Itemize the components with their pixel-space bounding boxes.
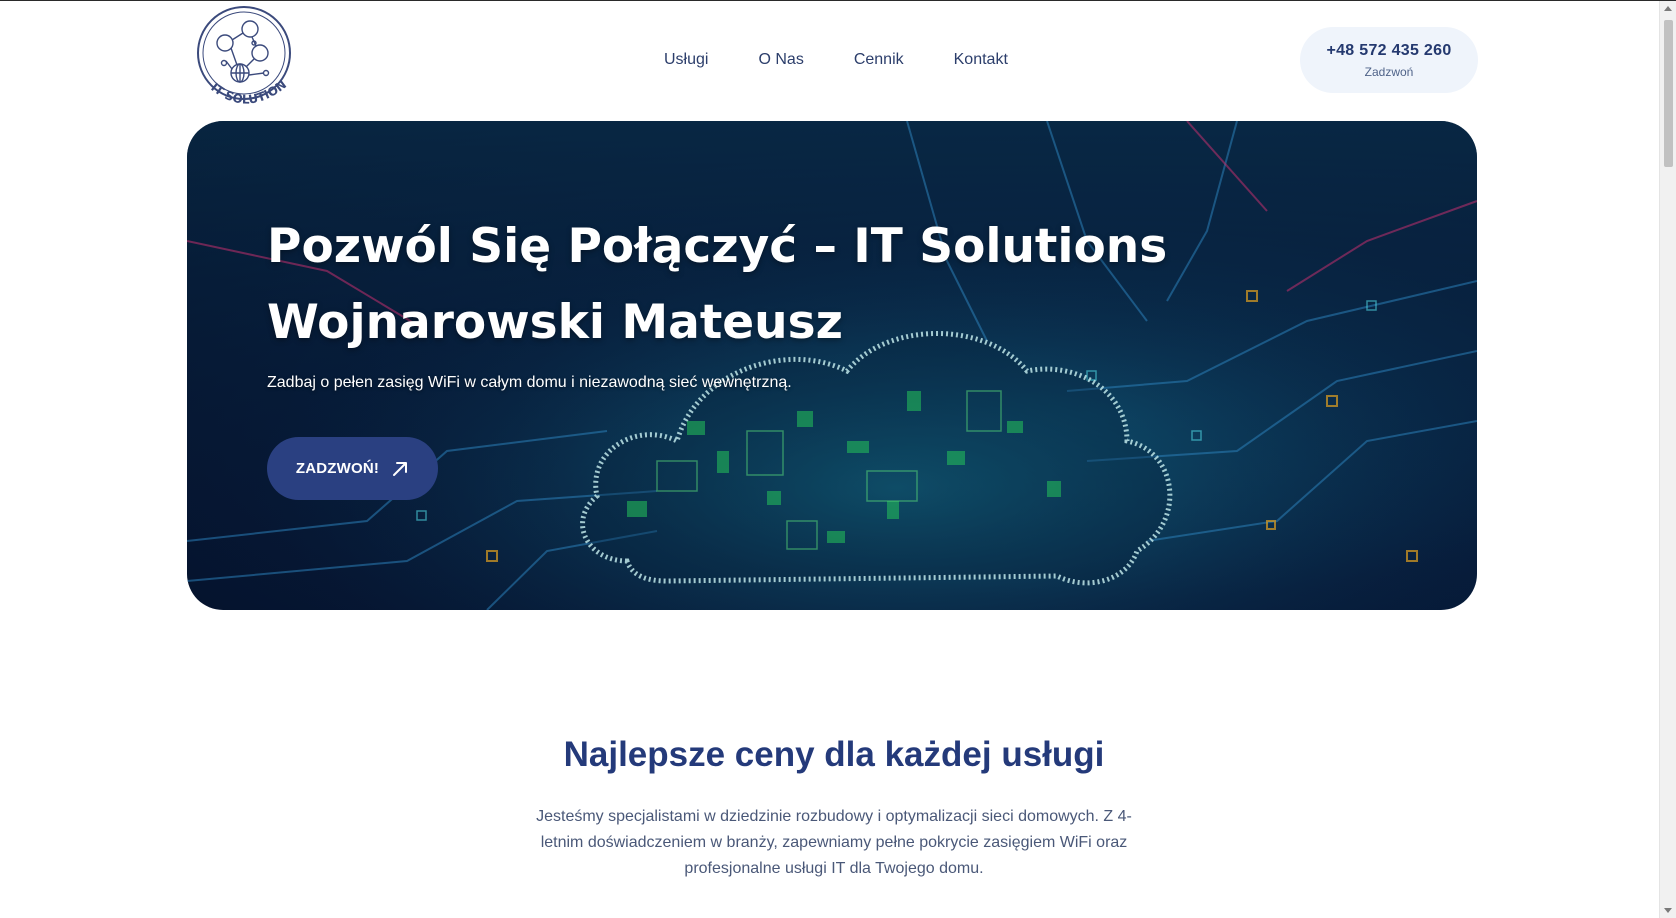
nav-link-uslugi[interactable]: Usługi <box>664 51 708 69</box>
section-title: Najlepsze ceny dla każdej usługi <box>563 735 1105 774</box>
phone-caption: Zadzwoń <box>1364 65 1414 79</box>
call-now-button[interactable]: ZADZWOŃ! <box>267 437 438 500</box>
nav-link-o-nas[interactable]: O Nas <box>758 51 803 69</box>
scroll-up-icon[interactable] <box>1664 6 1672 11</box>
call-now-label: ZADZWOŃ! <box>295 460 380 477</box>
scroll-thumb[interactable] <box>1664 20 1673 167</box>
section-description: Jesteśmy specjalistami w dziedzinie rozb… <box>536 808 1132 877</box>
window-top-border <box>0 0 1676 1</box>
main-nav: Usługi O Nas Cennik Kontakt <box>664 51 1008 69</box>
hero-subtitle: Zadbaj o pełen zasięg WiFi w całym domu … <box>267 374 792 391</box>
arrow-up-right-icon <box>393 461 408 476</box>
phone-call-button[interactable]: +48 572 435 260 Zadzwoń <box>1300 27 1478 93</box>
page-scrollbar[interactable] <box>1659 1 1676 918</box>
phone-number: +48 572 435 260 <box>1326 42 1452 59</box>
scroll-down-icon[interactable] <box>1664 908 1672 913</box>
hero-banner: Pozwól Się Połączyć – IT Solutions Wojna… <box>187 121 1477 610</box>
logo[interactable]: IT SOLUTIONS <box>190 0 294 115</box>
hero-background-image <box>187 121 1477 610</box>
hero-title: Pozwól Się Połączyć – IT Solutions Wojna… <box>267 219 1168 350</box>
nav-link-cennik[interactable]: Cennik <box>854 51 904 69</box>
nav-link-kontakt[interactable]: Kontakt <box>954 51 1008 69</box>
